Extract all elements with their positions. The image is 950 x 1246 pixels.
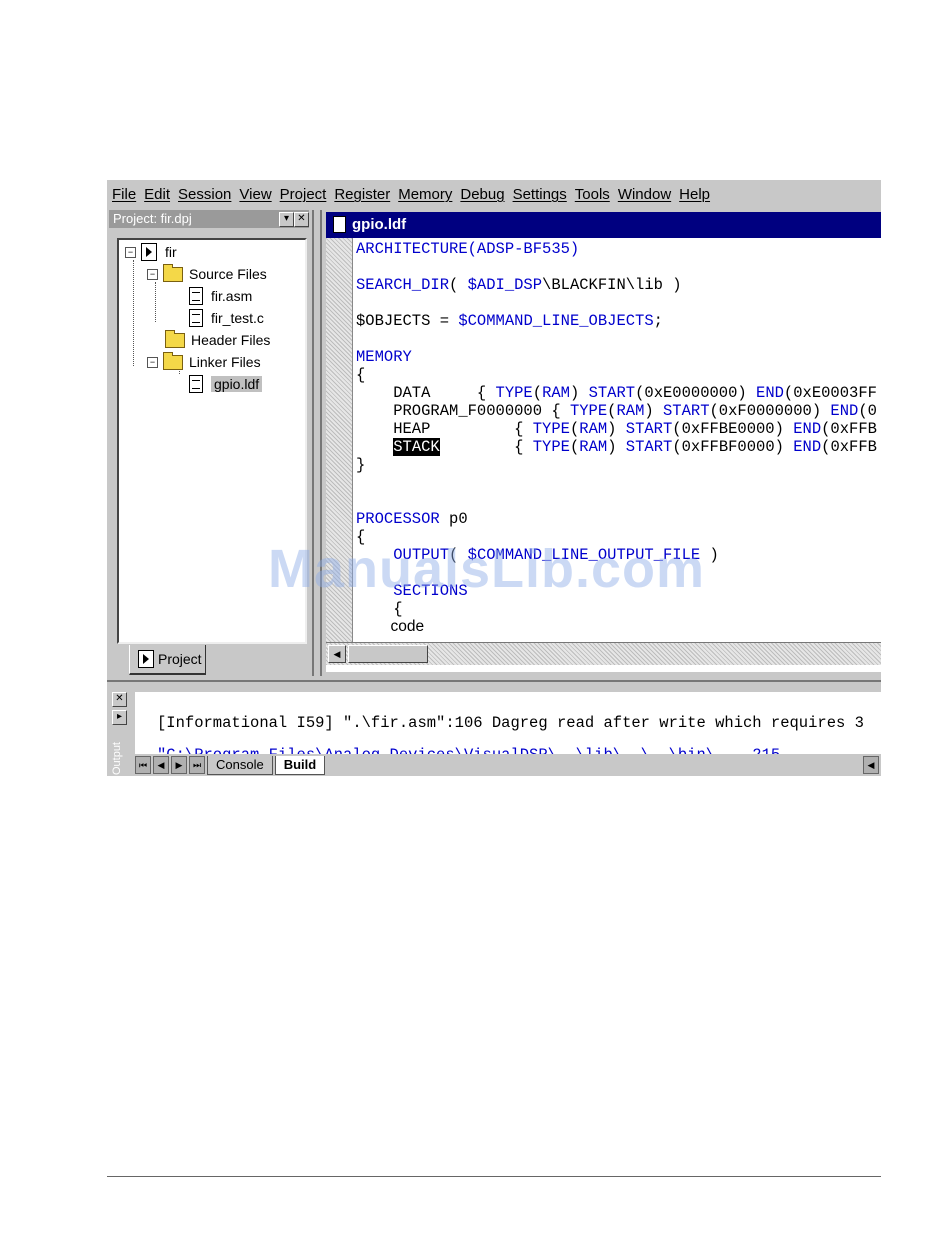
code-line: HEAP { TYPE(RAM) START(0xFFBE0000) END(0… (356, 420, 877, 438)
output-line: "C:\Program Files\Analog Devices\VisualD… (157, 746, 780, 754)
code-line: DATA { TYPE(RAM) START(0xE0000000) END(0… (356, 384, 877, 402)
file-icon (189, 287, 203, 305)
project-panel: Project: fir.dpj ▾ ✕ − fir − Source File… (109, 210, 309, 680)
menu-debug[interactable]: Debug (460, 186, 504, 203)
tree-item-linker-files[interactable]: − Linker Files (147, 351, 261, 372)
document-icon (333, 216, 346, 233)
next-tab-icon[interactable]: ▶ (171, 756, 187, 774)
first-tab-icon[interactable]: ⏮ (135, 756, 151, 774)
code-line: $OBJECTS = $COMMAND_LINE_OBJECTS; (356, 312, 663, 330)
menu-edit[interactable]: Edit (144, 186, 170, 203)
editor-window: gpio.ldf ARCHITECTURE(ADSP-BF535) SEARCH… (326, 212, 881, 672)
code-line: PROGRAM_F0000000 { TYPE(RAM) START(0xF00… (356, 402, 877, 420)
folder-icon (163, 351, 183, 370)
close-icon[interactable]: ✕ (294, 212, 309, 227)
code-line: SEARCH_DIR( $ADI_DSP\BLACKFIN\lib ) (356, 276, 682, 294)
ide-window: File Edit Session View Project Register … (107, 180, 881, 776)
collapse-icon[interactable]: − (147, 268, 158, 280)
prev-tab-icon[interactable]: ◀ (153, 756, 169, 774)
output-label: Output (111, 742, 123, 776)
tree-item-fir[interactable]: − fir (125, 242, 177, 262)
file-icon (189, 375, 203, 393)
tree-item-label: fir.asm (211, 288, 253, 304)
code-line: { (356, 366, 366, 384)
horizontal-splitter[interactable] (107, 680, 881, 690)
scroll-thumb[interactable] (348, 645, 428, 663)
scroll-left-icon[interactable]: ◀ (863, 756, 879, 774)
vertical-splitter[interactable] (312, 210, 322, 676)
editor-title: gpio.ldf (352, 216, 407, 233)
tree-item-fir-test-c[interactable]: fir_test.c (189, 308, 264, 328)
tab-label: Project (158, 651, 202, 667)
project-icon (141, 243, 157, 261)
tab-project[interactable]: Project (129, 645, 206, 675)
scroll-left-icon[interactable]: ◀ (328, 645, 346, 663)
tree-item-label: fir (165, 244, 177, 260)
collapse-icon[interactable]: − (125, 246, 136, 258)
code-line: code (356, 618, 425, 635)
horizontal-scrollbar[interactable]: ◀ (326, 642, 881, 665)
tree-item-label: Source Files (189, 266, 267, 282)
menu-bar: File Edit Session View Project Register … (107, 180, 881, 209)
menu-project[interactable]: Project (280, 186, 327, 203)
menu-tools[interactable]: Tools (575, 186, 610, 203)
folder-icon (163, 263, 183, 282)
tree-line (155, 282, 156, 322)
code-line: } (356, 456, 366, 474)
project-panel-titlebar: Project: fir.dpj ▾ ✕ (109, 210, 309, 228)
code-line: MEMORY (356, 348, 412, 366)
page-footer-rule (107, 1176, 881, 1177)
project-panel-title: Project: fir.dpj (113, 211, 192, 226)
output-line: [Informational I59] ".\fir.asm":106 Dagr… (157, 714, 864, 732)
close-icon[interactable]: ✕ (112, 692, 127, 707)
folder-icon (165, 329, 185, 348)
tab-build[interactable]: Build (274, 755, 326, 775)
tree-item-source-files[interactable]: − Source Files (147, 263, 267, 284)
dock-icon[interactable]: ▸ (112, 710, 127, 725)
project-icon (138, 650, 154, 668)
collapse-icon[interactable]: − (147, 356, 158, 368)
menu-register[interactable]: Register (334, 186, 390, 203)
last-tab-icon[interactable]: ⏭ (189, 756, 205, 774)
tree-item-label: gpio.ldf (211, 376, 263, 392)
tree-item-label: fir_test.c (211, 310, 264, 326)
menu-memory[interactable]: Memory (398, 186, 452, 203)
panel-menu-icon[interactable]: ▾ (279, 212, 294, 227)
editor-titlebar: gpio.ldf (326, 212, 881, 238)
menu-session[interactable]: Session (178, 186, 231, 203)
tree-item-label: Linker Files (189, 354, 261, 370)
menu-settings[interactable]: Settings (513, 186, 567, 203)
menu-view[interactable]: View (239, 186, 271, 203)
output-sidebar: ✕ ▸ Output (109, 690, 131, 776)
tab-console[interactable]: Console (207, 755, 273, 775)
output-tab-bar: ⏮ ◀ ▶ ⏭ Console Build ◀ (135, 755, 881, 775)
code-line: ARCHITECTURE(ADSP-BF535) (356, 240, 580, 258)
tree-item-header-files[interactable]: Header Files (165, 329, 271, 350)
code-line: STACK { TYPE(RAM) START(0xFFBF0000) END(… (393, 438, 877, 456)
watermark: ManualsLib.com (268, 539, 706, 599)
file-icon (189, 309, 203, 327)
code-line: { (356, 600, 403, 618)
tree-item-gpio-ldf[interactable]: gpio.ldf (189, 374, 263, 394)
tree-item-fir-asm[interactable]: fir.asm (189, 286, 252, 306)
output-window: ✕ ▸ Output [Informational I59] ".\fir.as… (107, 690, 881, 776)
code-line: PROCESSOR p0 (356, 510, 468, 528)
menu-file[interactable]: File (112, 186, 136, 203)
menu-window[interactable]: Window (618, 186, 671, 203)
tree-item-label: Header Files (191, 332, 271, 348)
tree-line (133, 260, 134, 366)
menu-help[interactable]: Help (679, 186, 710, 203)
output-text-area[interactable]: [Informational I59] ".\fir.asm":106 Dagr… (135, 692, 881, 754)
